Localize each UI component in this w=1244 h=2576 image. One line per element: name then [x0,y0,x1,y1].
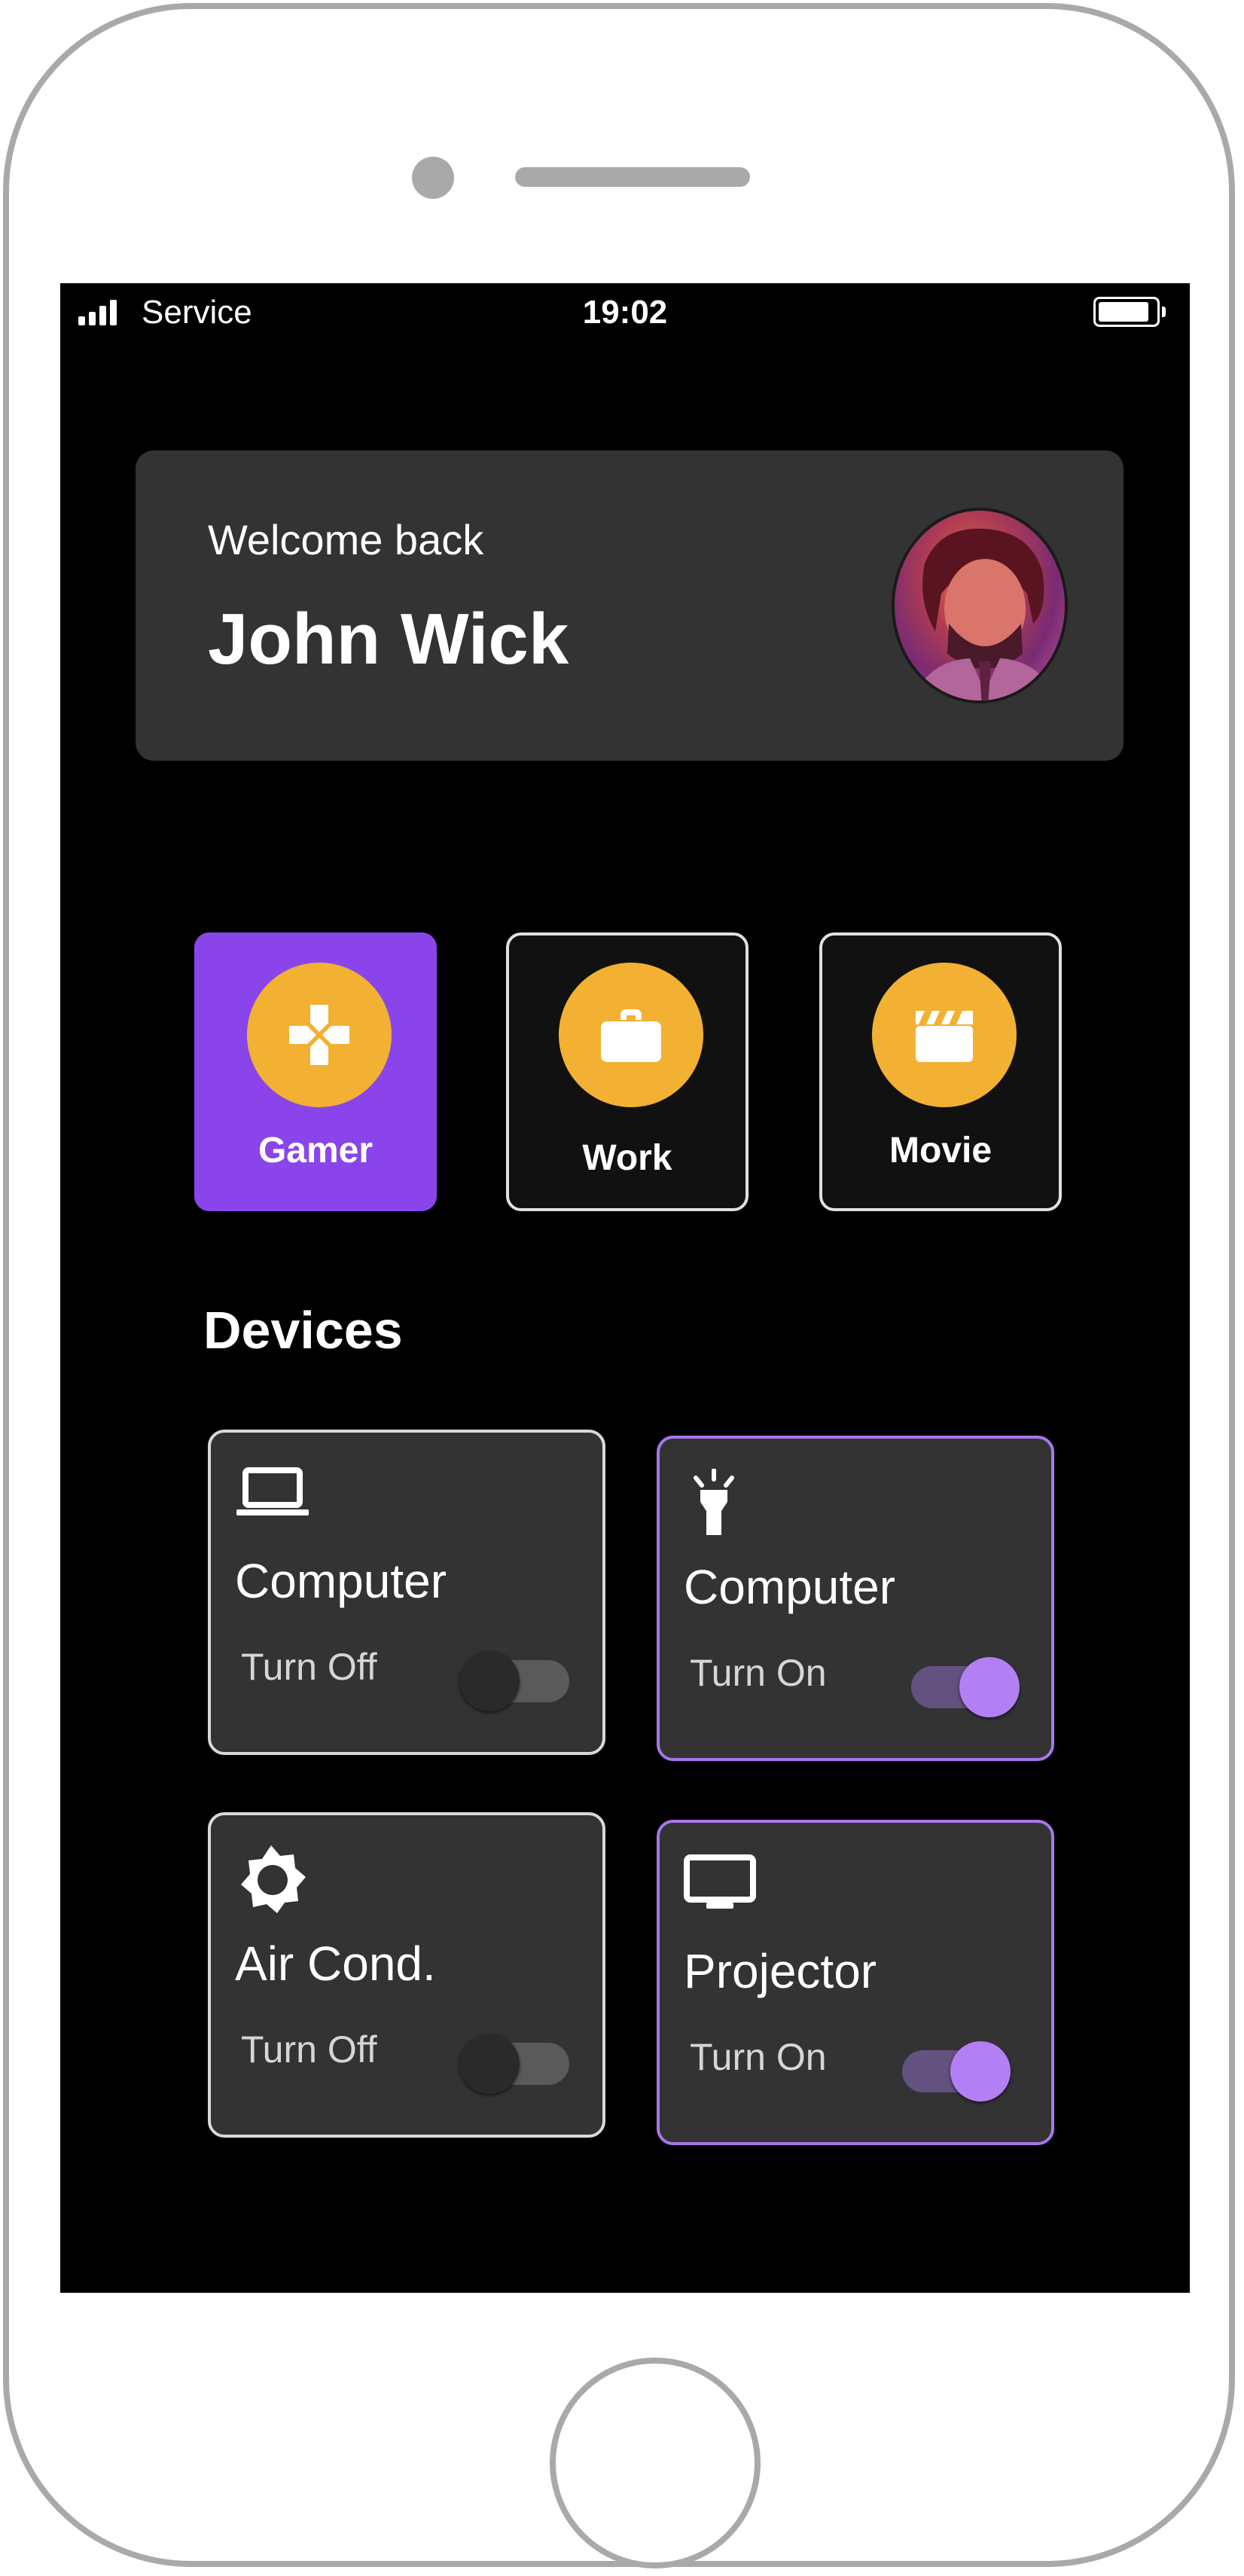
toggle-knob [459,1651,520,1711]
device-name: Air Cond. [235,1937,436,1991]
status-time: 19:02 [582,294,668,331]
toggle-knob [959,1657,1020,1717]
device-toggle[interactable] [899,2032,1012,2101]
speaker-grille [515,167,750,187]
gamepad-icon [247,963,392,1107]
devices-section-title: Devices [203,1301,403,1360]
battery-icon [1093,297,1166,327]
mode-label-gamer: Gamer [258,1131,374,1170]
toggle-knob [950,2041,1011,2101]
camera-dot [412,157,454,199]
device-name: Computer [684,1560,895,1614]
clapperboard-icon [872,963,1017,1107]
sun-icon [235,1845,310,1913]
user-name: John Wick [208,599,569,679]
welcome-card: Welcome back John Wick [136,450,1124,761]
device-card-computer-on: Computer Turn On [657,1436,1054,1761]
device-toggle[interactable] [459,1642,572,1711]
monitor-icon [684,1853,759,1913]
toggle-knob [459,2034,520,2094]
device-card-projector: Projector Turn On [657,1820,1054,2145]
device-name: Computer [235,1554,447,1608]
laptop-icon [235,1463,310,1523]
app-screen: Service 19:02 Welcome back John Wick Gam… [60,283,1190,2293]
device-state-label: Turn On [690,1652,827,1694]
welcome-greeting: Welcome back [208,516,484,563]
mode-tile-gamer[interactable]: Gamer [194,932,437,1211]
briefcase-icon [559,963,703,1107]
mode-label-work: Work [582,1138,672,1178]
home-button[interactable] [550,2358,761,2568]
device-state-label: Turn On [690,2036,827,2078]
flashlight-icon [684,1468,759,1535]
mode-tile-work[interactable]: Work [506,932,749,1211]
device-card-air-cond: Air Cond. Turn Off [208,1812,605,2138]
device-name: Projector [684,1944,877,1998]
device-state-label: Turn Off [241,2028,377,2071]
mode-label-movie: Movie [889,1131,992,1170]
device-state-label: Turn Off [241,1646,377,1688]
status-bar: Service 19:02 [60,283,1190,336]
avatar[interactable] [892,508,1068,704]
device-toggle[interactable] [459,2025,572,2094]
device-toggle[interactable] [908,1648,1021,1717]
device-card-computer: Computer Turn Off [208,1430,605,1755]
mode-tile-movie[interactable]: Movie [819,932,1062,1211]
